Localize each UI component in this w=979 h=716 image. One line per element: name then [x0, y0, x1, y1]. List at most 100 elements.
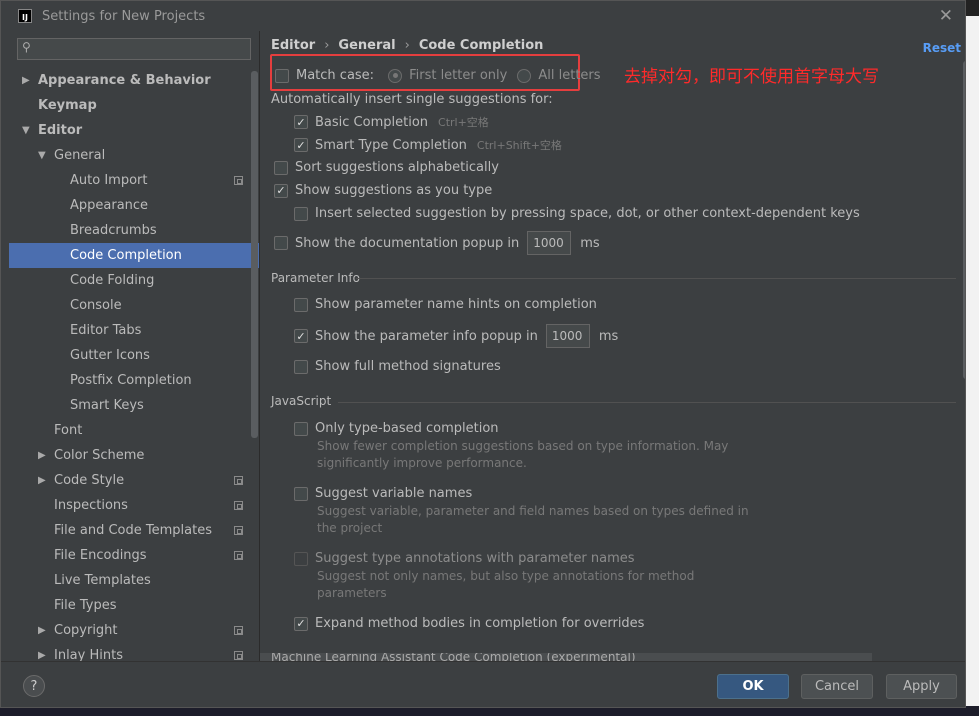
- tree-item-general[interactable]: ▼ General: [9, 143, 259, 168]
- type-annotations-label: Suggest type annotations with parameter …: [315, 551, 635, 566]
- tree-item-font[interactable]: Font: [9, 418, 259, 443]
- tree-item-smart-keys[interactable]: Smart Keys: [9, 393, 259, 418]
- tree-item-label: File Encodings: [54, 548, 147, 563]
- tree-scrollbar[interactable]: [251, 71, 258, 438]
- insert-selected-label: Insert selected suggestion by pressing s…: [315, 206, 860, 221]
- chevron-right-icon[interactable]: ▶: [38, 625, 46, 636]
- param-info-unit: ms: [598, 328, 619, 344]
- doc-popup-checkbox[interactable]: [274, 236, 288, 250]
- expand-bodies-row: ✓ Expand method bodies in completion for…: [294, 616, 644, 631]
- tree-item-label: General: [54, 148, 106, 163]
- tree-item-file-encodings[interactable]: File Encodings: [9, 543, 259, 568]
- all-letters-radio[interactable]: [517, 68, 532, 83]
- apply-button[interactable]: Apply: [886, 674, 957, 699]
- chevron-right-icon[interactable]: ▶: [38, 450, 46, 461]
- smart-completion-label: Smart Type Completion: [315, 137, 467, 153]
- param-name-hints-checkbox[interactable]: [294, 297, 308, 312]
- tree-item-copyright[interactable]: ▶ Copyright: [9, 618, 259, 643]
- project-scope-icon: [234, 526, 243, 535]
- tree-item-appearance-behavior[interactable]: ▶ Appearance & Behavior: [9, 68, 259, 93]
- param-info-popup-checkbox[interactable]: ✓: [294, 329, 308, 343]
- tree-item-editor-tabs[interactable]: Editor Tabs: [9, 318, 259, 343]
- param-info-delay-input[interactable]: 1000: [545, 324, 590, 348]
- type-based-checkbox[interactable]: [294, 421, 308, 436]
- tree-item-code-completion[interactable]: Code Completion: [9, 243, 259, 268]
- cancel-button[interactable]: Cancel: [801, 674, 873, 699]
- var-names-checkbox[interactable]: [294, 486, 308, 501]
- tree-item-label: Copyright: [54, 623, 118, 638]
- panel-scrollbar[interactable]: [963, 61, 965, 379]
- chevron-down-icon[interactable]: ▼: [38, 150, 46, 161]
- tree-item-file-and-code-templates[interactable]: File and Code Templates: [9, 518, 259, 543]
- doc-popup-unit: ms: [580, 235, 600, 251]
- expand-bodies-checkbox[interactable]: ✓: [294, 616, 308, 631]
- sort-alpha-checkbox[interactable]: [274, 160, 288, 175]
- intellij-logo-icon: IJ: [18, 9, 32, 23]
- tree-item-code-style[interactable]: ▶ Code Style: [9, 468, 259, 493]
- chevron-right-icon: ›: [324, 38, 330, 53]
- annotation-note: 去掉对勾，即可不使用首字母大写: [624, 67, 879, 87]
- tree-item-inspections[interactable]: Inspections: [9, 493, 259, 518]
- project-scope-icon: [234, 551, 243, 560]
- type-annotations-checkbox[interactable]: [294, 551, 308, 566]
- reset-link[interactable]: Reset: [923, 41, 961, 55]
- tree-item-live-templates[interactable]: Live Templates: [9, 568, 259, 593]
- var-names-description: Suggest variable, parameter and field na…: [317, 504, 749, 535]
- tree-item-postfix-completion[interactable]: Postfix Completion: [9, 368, 259, 393]
- basic-completion-label: Basic Completion: [315, 114, 429, 130]
- first-letter-only-radio[interactable]: [388, 68, 403, 83]
- ok-button[interactable]: OK: [717, 674, 789, 699]
- breadcrumb-general[interactable]: General: [338, 38, 395, 53]
- tree-item-auto-import[interactable]: Auto Import: [9, 168, 259, 193]
- tree-item-console[interactable]: Console: [9, 293, 259, 318]
- match-case-checkbox[interactable]: [275, 68, 289, 83]
- code-completion-panel: Editor › General › Code Completion Reset 去掉对…: [259, 31, 965, 663]
- insert-selected-checkbox[interactable]: [294, 206, 308, 221]
- smart-completion-checkbox[interactable]: ✓: [294, 138, 308, 152]
- tree-item-label: Editor: [38, 123, 83, 138]
- project-scope-icon: [234, 476, 243, 485]
- settings-search-input[interactable]: ⚲: [17, 38, 251, 60]
- tree-item-label: Gutter Icons: [70, 348, 150, 363]
- tree-item-label: Code Folding: [70, 273, 155, 288]
- type-annotations-description: Suggest not only names, but also type an…: [317, 569, 695, 600]
- chevron-right-icon[interactable]: ▶: [38, 475, 46, 486]
- section-divider: [356, 278, 956, 279]
- match-case-row: Match case: First letter only All letter…: [275, 68, 601, 83]
- tree-item-label: Smart Keys: [70, 398, 144, 413]
- tree-item-breadcrumbs[interactable]: Breadcrumbs: [9, 218, 259, 243]
- var-names-label: Suggest variable names: [315, 486, 473, 501]
- var-names-row: Suggest variable names: [294, 486, 472, 501]
- chevron-down-icon[interactable]: ▼: [22, 125, 30, 136]
- tree-item-appearance[interactable]: Appearance: [9, 193, 259, 218]
- show-as-type-checkbox[interactable]: ✓: [274, 183, 288, 198]
- background-window-strip: [966, 0, 979, 716]
- tree-item-label: Appearance: [70, 198, 149, 213]
- match-case-label: Match case:: [296, 68, 375, 83]
- tree-item-keymap[interactable]: Keymap: [9, 93, 259, 118]
- tree-item-editor[interactable]: ▼ Editor: [9, 118, 259, 143]
- basic-completion-checkbox[interactable]: ✓: [294, 115, 308, 129]
- help-button[interactable]: ?: [23, 675, 45, 697]
- tree-item-file-types[interactable]: File Types: [9, 593, 259, 618]
- type-based-description: Show fewer completion suggestions based …: [317, 439, 729, 470]
- tree-item-label: Editor Tabs: [70, 323, 142, 338]
- chevron-right-icon[interactable]: ▶: [22, 75, 30, 86]
- tree-item-color-scheme[interactable]: ▶ Color Scheme: [9, 443, 259, 468]
- breadcrumb: Editor › General › Code Completion: [271, 38, 543, 53]
- tree-item-label: Breadcrumbs: [70, 223, 157, 238]
- window-title: Settings for New Projects: [42, 8, 206, 24]
- tree-item-label: Color Scheme: [54, 448, 145, 463]
- tree-item-label: Keymap: [38, 98, 97, 113]
- smart-completion-shortcut: Ctrl+Shift+空格: [476, 139, 562, 152]
- sort-alpha-row: Sort suggestions alphabetically: [274, 160, 499, 175]
- breadcrumb-editor[interactable]: Editor: [271, 38, 315, 53]
- close-icon[interactable]: ✕: [939, 6, 953, 26]
- doc-popup-delay-input[interactable]: 1000: [527, 231, 572, 255]
- show-as-type-row: ✓ Show suggestions as you type: [274, 183, 492, 198]
- chevron-right-icon[interactable]: ▶: [38, 650, 46, 661]
- tree-item-code-folding[interactable]: Code Folding: [9, 268, 259, 293]
- project-scope-icon: [234, 651, 243, 660]
- full-signatures-checkbox[interactable]: [294, 359, 308, 374]
- tree-item-gutter-icons[interactable]: Gutter Icons: [9, 343, 259, 368]
